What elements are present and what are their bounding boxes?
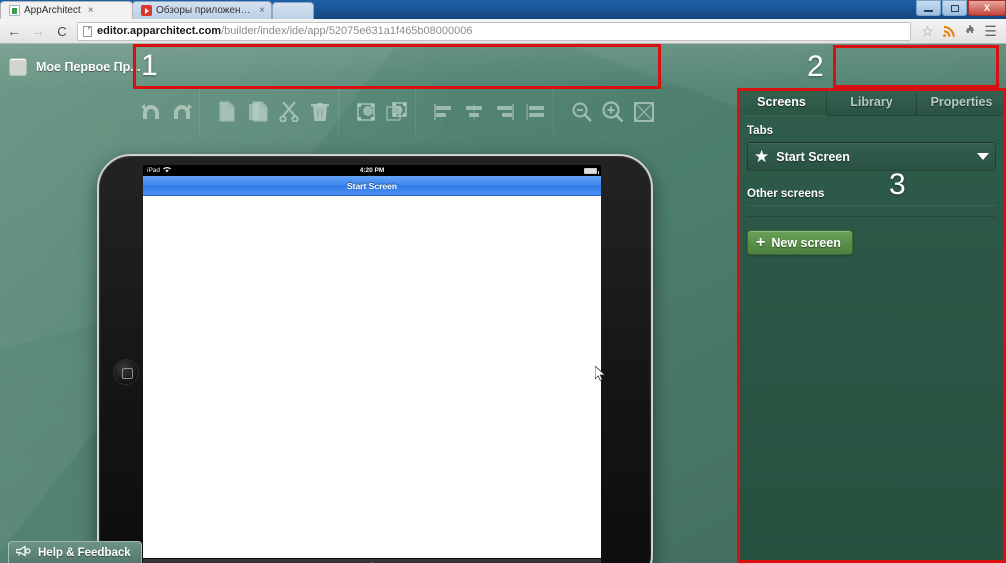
ios-tabbar: ★ Start Screen — [143, 558, 601, 563]
fit-to-screen-icon[interactable] — [628, 96, 659, 128]
close-icon[interactable]: X — [968, 0, 1006, 16]
extension-puzzle-icon[interactable] — [959, 21, 980, 41]
help-feedback-button[interactable]: Help & Feedback — [8, 541, 142, 563]
window-controls: X — [915, 0, 1006, 19]
browser-tab-title: Обзоры приложений и и — [156, 5, 252, 16]
other-screens-label: Other screens — [747, 188, 825, 200]
battery-icon — [584, 168, 599, 174]
zoom-out-icon[interactable] — [566, 96, 597, 128]
redo-icon[interactable] — [166, 96, 197, 128]
project-icon — [9, 57, 27, 76]
cut-icon[interactable] — [274, 96, 305, 128]
browser-tab-apparchitect[interactable]: AppArchitect × — [0, 1, 133, 19]
bring-to-front-icon[interactable] — [351, 96, 382, 128]
ios-status-bar: iPad 4:20 PM — [143, 165, 601, 176]
minimize-icon[interactable] — [916, 0, 941, 16]
screen-item-start-screen[interactable]: ★ Start Screen — [747, 142, 996, 171]
toolbar-group-history — [133, 89, 200, 134]
bookmark-star-icon[interactable]: ☆ — [917, 21, 938, 41]
annotation-number-3: 3 — [889, 168, 906, 201]
delete-trash-icon[interactable] — [305, 96, 336, 128]
ios-navbar: Start Screen — [143, 176, 601, 196]
toolbar-group-zoom — [564, 89, 661, 134]
close-icon[interactable]: × — [88, 5, 94, 16]
right-panel: Screens Library Properties Tabs ★ Start … — [737, 89, 1006, 563]
browser-tab-youtube[interactable]: Обзоры приложений и и × — [132, 1, 272, 19]
help-feedback-label: Help & Feedback — [38, 546, 131, 559]
navbar-title: Start Screen — [346, 180, 398, 191]
status-time: 4:20 PM — [359, 167, 385, 174]
tab-properties[interactable]: Properties — [917, 89, 1006, 116]
forward-arrow-icon[interactable]: → — [28, 21, 48, 41]
tab-library[interactable]: Library — [827, 89, 917, 116]
zoom-in-icon[interactable] — [597, 96, 628, 128]
browser-tab-title: AppArchitect — [24, 5, 81, 16]
browser-toolbar-icons: ☆ ☰ — [917, 21, 1001, 41]
align-right-icon[interactable] — [489, 96, 520, 128]
editor-toolbar — [133, 89, 661, 134]
new-screen-button[interactable]: + New screen — [747, 230, 853, 255]
document-icon — [9, 5, 20, 16]
megaphone-icon — [15, 545, 31, 560]
other-screens-empty-list — [747, 205, 996, 217]
toolbar-group-arrange — [349, 89, 416, 134]
star-icon: ★ — [754, 147, 770, 166]
url-domain: editor.apparchitect.com — [97, 25, 222, 37]
device-screen[interactable]: iPad 4:20 PM Start Screen ★ Start Scr — [143, 165, 601, 563]
align-left-icon[interactable] — [427, 96, 458, 128]
annotation-number-2: 2 — [807, 50, 824, 83]
align-justify-icon[interactable] — [520, 96, 551, 128]
rss-feed-icon[interactable] — [938, 21, 959, 41]
panel-body: Tabs ★ Start Screen Other screens + New … — [737, 116, 1006, 255]
url-path: /builder/index/ide/app/52075e631a1f465b0… — [221, 25, 473, 37]
browser-tabstrip: AppArchitect × Обзоры приложений и и × — [0, 0, 314, 19]
panel-tabs: Screens Library Properties — [737, 89, 1006, 116]
address-bar[interactable]: editor.apparchitect.com /builder/index/i… — [77, 21, 911, 41]
apparchitect-app: iPad 4:20 PM Start Screen ★ Start Scr — [0, 44, 1006, 563]
home-button-icon — [113, 358, 139, 385]
screen-item-label: Start Screen — [776, 149, 850, 164]
close-icon[interactable]: × — [259, 5, 265, 16]
tabs-section-label: Tabs — [747, 125, 773, 137]
front-camera-icon — [627, 369, 632, 374]
design-canvas[interactable]: iPad 4:20 PM Start Screen ★ Start Scr — [0, 89, 740, 563]
new-tab-button[interactable] — [272, 2, 314, 19]
ipad-device-frame: iPad 4:20 PM Start Screen ★ Start Scr — [97, 154, 653, 563]
menu-hamburger-icon[interactable]: ☰ — [980, 21, 1001, 41]
annotation-number-1: 1 — [141, 49, 158, 82]
project-name-label: Мое Первое Пр... — [36, 59, 141, 74]
browser-toolbar: ← → C editor.apparchitect.com /builder/i… — [0, 19, 1006, 44]
chevron-down-icon[interactable] — [977, 153, 989, 160]
copy-icon[interactable] — [212, 96, 243, 128]
back-arrow-icon[interactable]: ← — [4, 21, 24, 41]
paste-icon[interactable] — [243, 96, 274, 128]
reload-icon[interactable]: C — [52, 21, 72, 41]
align-center-icon[interactable] — [458, 96, 489, 128]
page-icon — [83, 25, 92, 37]
project-title[interactable]: Мое Первое Пр... — [0, 57, 141, 76]
undo-icon[interactable] — [135, 96, 166, 128]
browser-titlebar: AppArchitect × Обзоры приложений и и × X — [0, 0, 1006, 19]
screen-content-area[interactable] — [143, 196, 601, 558]
tab-screens[interactable]: Screens — [737, 89, 827, 116]
plus-icon: + — [756, 233, 766, 251]
maximize-icon[interactable] — [942, 0, 967, 16]
mouse-cursor — [594, 365, 606, 387]
toolbar-group-clipboard — [210, 89, 339, 134]
send-to-back-icon[interactable] — [382, 96, 413, 128]
toolbar-group-align — [425, 89, 555, 134]
new-screen-label: New screen — [771, 235, 841, 250]
youtube-icon — [141, 5, 152, 16]
